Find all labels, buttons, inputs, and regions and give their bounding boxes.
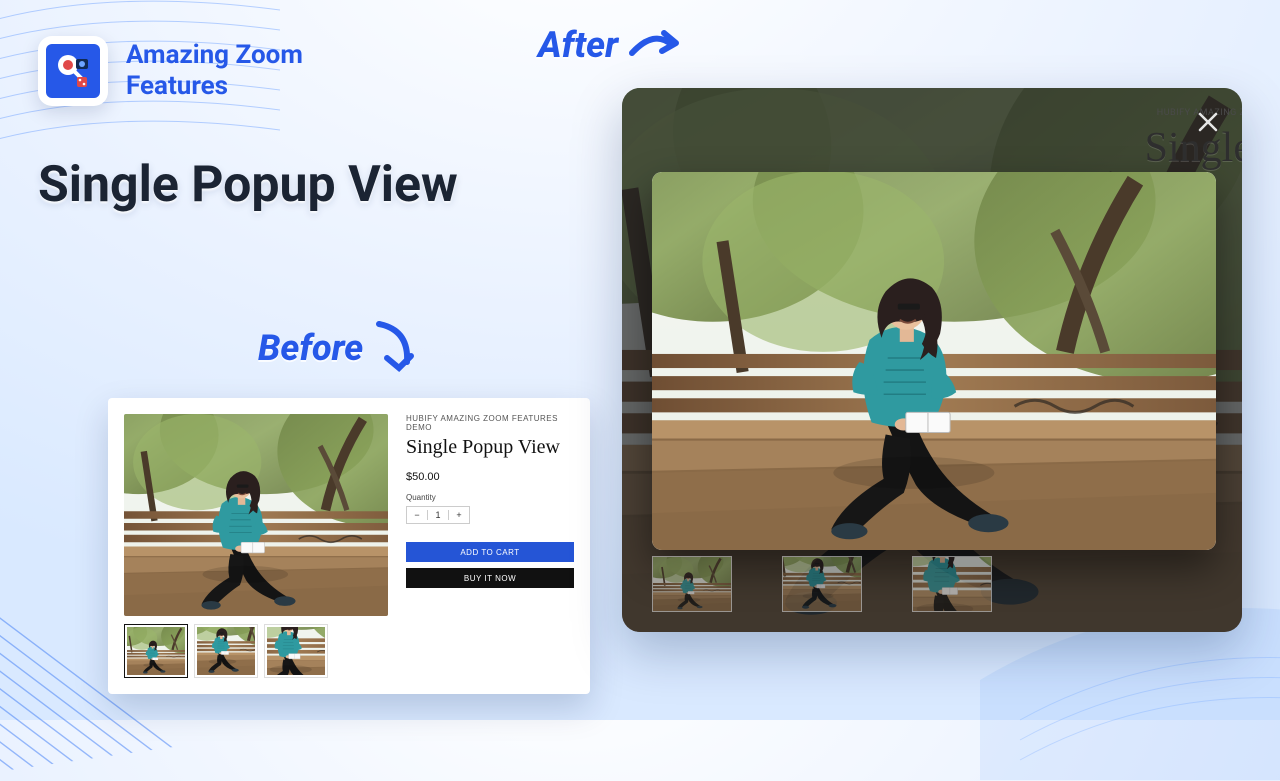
- before-card: HUBIFY AMAZING ZOOM FEATURES DEMO Single…: [108, 398, 590, 694]
- before-details: HUBIFY AMAZING ZOOM FEATURES DEMO Single…: [406, 414, 574, 678]
- before-thumbnails: [124, 624, 388, 678]
- arrow-curve-icon: [628, 27, 682, 63]
- before-price: $50.00: [406, 471, 574, 483]
- qty-decrement-button[interactable]: −: [407, 510, 427, 520]
- before-gallery: [124, 414, 388, 678]
- before-thumb-3[interactable]: [264, 624, 328, 678]
- after-thumbnails: [652, 556, 992, 612]
- before-thumb-1[interactable]: [124, 624, 188, 678]
- after-card: HUBIFY AMAZING ZO Single: [622, 88, 1242, 632]
- before-product-name: Single Popup View: [406, 436, 574, 459]
- close-icon: [1197, 111, 1219, 133]
- brand-block: Amazing Zoom Features: [38, 36, 303, 106]
- before-vendor: HUBIFY AMAZING ZOOM FEATURES DEMO: [406, 414, 574, 432]
- brand-logo-tile: [38, 36, 108, 106]
- before-main-image[interactable]: [124, 414, 388, 616]
- after-thumb-1[interactable]: [652, 556, 732, 612]
- qty-increment-button[interactable]: +: [449, 510, 469, 520]
- arrow-down-icon: [373, 320, 421, 376]
- before-quantity-label: Quantity: [406, 493, 574, 502]
- after-thumb-3[interactable]: [912, 556, 992, 612]
- brand-title-line2: Features: [126, 71, 228, 101]
- page-title: Single Popup View: [38, 156, 458, 214]
- brand-logo-icon: [46, 44, 100, 98]
- zoom-popup[interactable]: [652, 172, 1216, 550]
- brand-title: Amazing Zoom Features: [126, 40, 303, 102]
- label-before-text: Before: [258, 327, 363, 369]
- qty-value: 1: [427, 510, 449, 520]
- quantity-stepper[interactable]: − 1 +: [406, 506, 470, 524]
- close-popup-button[interactable]: [1192, 106, 1224, 138]
- label-after: After: [538, 24, 682, 66]
- popup-image: [652, 172, 1216, 550]
- after-thumb-2[interactable]: [782, 556, 862, 612]
- before-thumb-2[interactable]: [194, 624, 258, 678]
- buy-now-button[interactable]: BUY IT NOW: [406, 568, 574, 588]
- brand-title-line1: Amazing Zoom: [126, 40, 303, 70]
- label-before: Before: [258, 320, 421, 376]
- label-after-text: After: [538, 24, 618, 66]
- add-to-cart-button[interactable]: ADD TO CART: [406, 542, 574, 562]
